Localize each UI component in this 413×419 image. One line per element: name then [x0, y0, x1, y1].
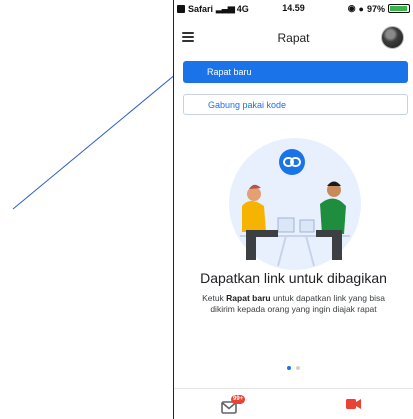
- join-with-code-button[interactable]: Gabung pakai kode: [183, 94, 408, 115]
- location-icon: ◉: [347, 3, 356, 13]
- pager-dot[interactable]: [287, 366, 291, 370]
- description-prefix: Ketuk: [202, 293, 227, 303]
- battery-icon: [388, 4, 410, 13]
- link-icon: [279, 149, 305, 175]
- video-camera-icon: [346, 399, 361, 409]
- avatar[interactable]: [381, 26, 404, 49]
- page-indicator: [174, 366, 413, 370]
- phone-screen: Safari ▂▃▅ 4G 14.59 ◉ ● 97% Rapat Rapat …: [173, 0, 413, 419]
- status-right: ◉ ● 97%: [348, 3, 410, 14]
- tab-meet[interactable]: [346, 397, 370, 415]
- app-bar: Rapat: [174, 22, 413, 56]
- new-meeting-button[interactable]: Rapat baru: [183, 61, 408, 83]
- alarm-icon: ●: [358, 3, 364, 14]
- page-title: Rapat: [277, 31, 310, 45]
- onboarding-headline: Dapatkan link untuk dibagikan: [200, 270, 387, 286]
- bottom-nav: 99+: [174, 388, 413, 419]
- tab-mail[interactable]: 99+: [221, 395, 251, 417]
- description-bold: Rapat baru: [226, 293, 271, 303]
- battery-level: [390, 6, 408, 11]
- onboarding-description: Ketuk Rapat baru untuk dapatkan link yan…: [194, 293, 393, 315]
- onboarding-illustration: [229, 138, 361, 270]
- mail-badge: 99+: [231, 395, 246, 404]
- battery-percent: 97%: [366, 3, 385, 14]
- status-bar: Safari ▂▃▅ 4G 14.59 ◉ ● 97%: [174, 0, 413, 17]
- pager-dot[interactable]: [296, 366, 300, 370]
